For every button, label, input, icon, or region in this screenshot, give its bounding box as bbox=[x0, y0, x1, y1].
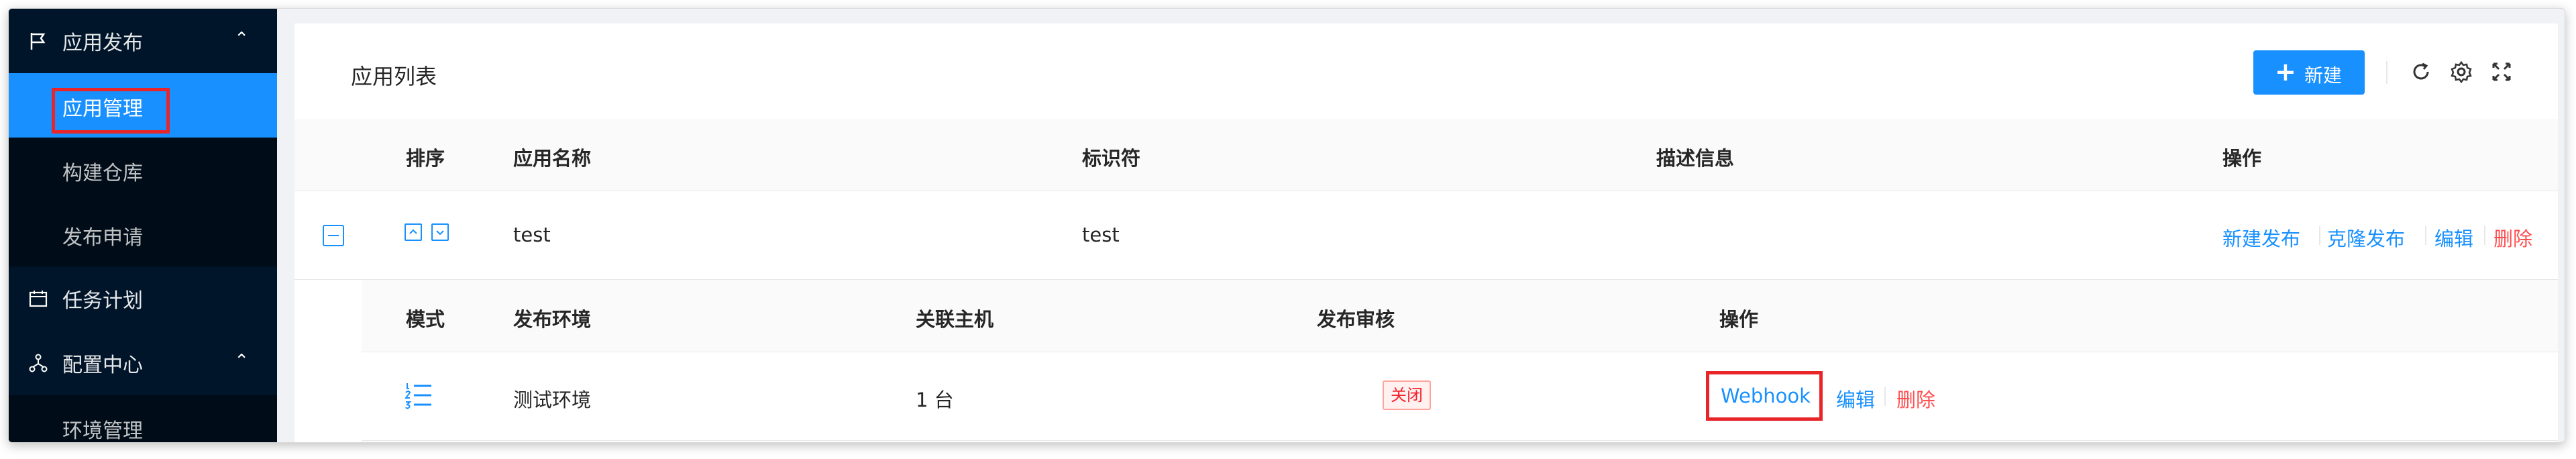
menu-item-task-plan[interactable]: 任务计划 bbox=[9, 266, 277, 331]
flag-icon bbox=[30, 33, 46, 50]
new-button-label: 新建 bbox=[2304, 64, 2343, 87]
nested-table-row: 测试环境 1 台 关闭 Webhook 编辑 删除 bbox=[362, 352, 2558, 441]
column-header-sort: 排序 bbox=[406, 147, 445, 170]
sidebar: 应用发布 ⌃ 应用管理 构建仓库 发布申请 任务计划 配置中心 ⌃ 环境管理 bbox=[9, 9, 277, 442]
deploy-env: 测试环境 bbox=[513, 389, 592, 411]
menu-group-release[interactable]: 应用发布 ⌃ bbox=[9, 9, 277, 73]
action-divider bbox=[2425, 226, 2426, 245]
plus-icon: + bbox=[2275, 57, 2296, 87]
new-button[interactable]: + 新建 bbox=[2253, 50, 2365, 95]
sidebar-item-release-request[interactable]: 发布申请 bbox=[9, 202, 277, 266]
host-count: 1 台 bbox=[916, 389, 954, 411]
app-list-card: 应用列表 + 新建 排序 应用名称 标识符 描述信息 操作 test test … bbox=[294, 23, 2558, 442]
menu-item-task-plan-label: 任务计划 bbox=[62, 289, 143, 313]
action-divider bbox=[2319, 226, 2320, 245]
column-header-sub-actions: 操作 bbox=[1719, 308, 1759, 331]
new-release-link[interactable]: 新建发布 bbox=[2222, 223, 2300, 252]
webhook-link[interactable]: Webhook bbox=[1721, 385, 1811, 407]
edit-link[interactable]: 编辑 bbox=[2434, 223, 2473, 252]
column-header-env: 发布环境 bbox=[513, 308, 592, 331]
column-header-identifier: 标识符 bbox=[1082, 147, 1141, 170]
sidebar-item-env-management[interactable]: 环境管理 bbox=[9, 395, 277, 443]
delete-link[interactable]: 删除 bbox=[2493, 223, 2532, 252]
delete-link[interactable]: 删除 bbox=[1896, 385, 1935, 413]
action-divider bbox=[1884, 387, 1886, 406]
app-identifier: test bbox=[1082, 223, 1120, 246]
app-name: test bbox=[513, 223, 551, 246]
list-ordered-icon bbox=[405, 383, 431, 409]
nested-table-header: 模式 发布环境 关联主机 发布审核 操作 bbox=[362, 280, 2558, 352]
collapse-row-icon[interactable] bbox=[323, 225, 344, 246]
menu-group-config[interactable]: 配置中心 ⌃ bbox=[9, 331, 277, 395]
nested-deploy-table: 模式 发布环境 关联主机 发布审核 操作 测试环境 1 台 关闭 Webhook… bbox=[362, 280, 2558, 442]
schedule-icon bbox=[29, 291, 48, 307]
column-header-description: 描述信息 bbox=[1656, 147, 1735, 170]
column-header-review: 发布审核 bbox=[1317, 308, 1395, 331]
fullscreen-icon[interactable] bbox=[2488, 58, 2515, 85]
chevron-up-icon: ⌃ bbox=[234, 29, 249, 49]
edit-link[interactable]: 编辑 bbox=[1836, 385, 1875, 413]
table-row: test test 新建发布 克隆发布 编辑 删除 bbox=[294, 191, 2558, 280]
setting-icon[interactable] bbox=[2448, 58, 2475, 85]
app-window: 应用发布 ⌃ 应用管理 构建仓库 发布申请 任务计划 配置中心 ⌃ 环境管理 应… bbox=[8, 8, 2565, 443]
table-header: 排序 应用名称 标识符 描述信息 操作 bbox=[294, 119, 2558, 191]
menu-group-config-label: 配置中心 bbox=[62, 354, 143, 377]
page-title: 应用列表 bbox=[351, 64, 437, 89]
chevron-up-icon: ⌃ bbox=[234, 351, 249, 371]
review-status-badge: 关闭 bbox=[1383, 380, 1431, 410]
highlight-box bbox=[52, 88, 170, 134]
column-header-mode: 模式 bbox=[406, 308, 445, 331]
move-down-icon[interactable] bbox=[431, 223, 449, 241]
action-divider bbox=[2484, 226, 2485, 245]
column-header-name: 应用名称 bbox=[513, 147, 592, 170]
toolbar-divider bbox=[2386, 61, 2387, 84]
sidebar-item-label: 环境管理 bbox=[62, 419, 143, 443]
menu-group-release-label: 应用发布 bbox=[62, 32, 143, 55]
reload-icon[interactable] bbox=[2408, 58, 2434, 85]
sidebar-item-label: 构建仓库 bbox=[62, 162, 143, 185]
move-up-icon[interactable] bbox=[405, 223, 422, 241]
clone-release-link[interactable]: 克隆发布 bbox=[2327, 223, 2405, 252]
sidebar-item-build-repo[interactable]: 构建仓库 bbox=[9, 138, 277, 202]
sidebar-item-label: 发布申请 bbox=[62, 226, 143, 250]
column-header-hosts: 关联主机 bbox=[916, 308, 994, 331]
column-header-actions: 操作 bbox=[2222, 147, 2262, 170]
cluster-icon bbox=[29, 354, 48, 372]
